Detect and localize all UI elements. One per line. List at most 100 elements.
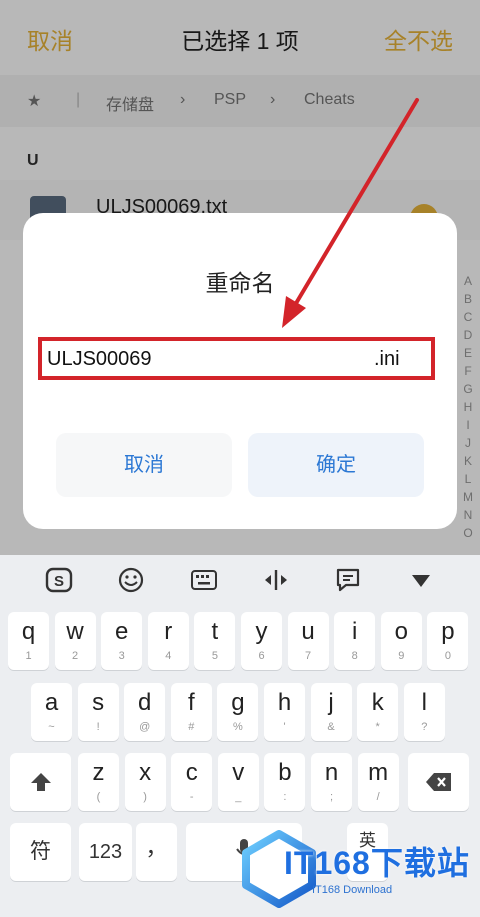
key-secondary-label: - [189,791,194,803]
key-w[interactable]: w2 [54,612,96,670]
key-t[interactable]: t5 [194,612,236,670]
key-label: m [368,759,389,786]
sogou-logo-icon[interactable]: S [44,567,74,593]
symbol-key[interactable]: 符 [10,823,71,881]
key-n[interactable]: n; [311,753,352,811]
key-v[interactable]: v _ [217,753,259,811]
key-secondary-label: 1 [25,650,32,662]
key-secondary-label: ~ [48,721,55,733]
key-label: a [44,689,59,716]
key-label: b [278,759,292,786]
key-x[interactable]: x) [124,753,166,811]
key-secondary-label: : [283,791,287,803]
key-secondary-label: 8 [351,650,358,662]
key-j[interactable]: j & [310,683,352,741]
key-r[interactable]: r4 [147,612,189,670]
key-secondary-label: 5 [211,650,218,662]
dialog-confirm-button[interactable]: 确定 [248,433,424,497]
filename-input-name: ULJS00069 [47,348,152,370]
collapse-icon[interactable] [406,567,436,593]
comma-key-label: ， [145,835,168,860]
key-label: j [328,689,334,716]
key-label: c [185,759,198,786]
key-label: v [232,759,245,786]
shift-key[interactable] [10,753,71,811]
key-label: s [92,689,105,716]
cursor-move-icon[interactable] [261,567,291,593]
key-secondary-label: @ [139,721,151,733]
key-label: l [421,689,427,716]
key-u[interactable]: u7 [287,612,329,670]
rename-dialog: 重命名 ULJS00069 .ini 取消 确定 [23,213,457,529]
key-label: o [394,618,408,645]
filename-input[interactable]: ULJS00069 .ini [38,337,435,380]
number-key[interactable]: 123 [79,823,132,881]
key-secondary-label: & [327,721,335,733]
svg-text:S: S [54,573,64,590]
key-label: y [255,618,268,645]
key-label: x [139,759,152,786]
dialog-cancel-button[interactable]: 取消 [56,433,232,497]
key-secondary-label: 3 [118,650,125,662]
key-label: i [352,618,358,645]
symbol-key-label: 符 [30,840,51,863]
key-secondary-label: ; [329,791,334,803]
key-label: t [211,618,219,645]
key-label: q [21,618,36,645]
dialog-title: 重命名 [205,270,275,296]
watermark: IT168下载站 IT168 Download [240,828,475,914]
key-secondary-label: ) [143,791,147,803]
emoji-icon[interactable] [116,567,146,593]
key-secondary-label: % [233,721,243,733]
key-label: f [187,689,195,716]
key-b[interactable]: b: [264,753,306,811]
key-secondary-label: 9 [398,650,405,662]
key-label: d [138,689,152,716]
key-f[interactable]: f # [170,683,212,741]
shift-icon [30,773,51,791]
key-d[interactable]: d @ [124,683,166,741]
key-g[interactable]: g% [217,683,259,741]
key-y[interactable]: y6 [241,612,282,670]
key-label: e [115,618,129,645]
key-h[interactable]: h ' [264,683,305,741]
key-l[interactable]: l? [403,683,445,741]
key-p[interactable]: p0 [427,612,469,670]
key-secondary-label: 0 [444,650,451,662]
clipboard-icon[interactable] [333,567,363,593]
key-e[interactable]: e3 [101,612,143,670]
key-secondary-label: 4 [165,650,172,662]
comma-key[interactable]: ， [136,823,177,881]
key-label: r [164,618,173,645]
key-k[interactable]: k * [357,683,399,741]
watermark-subtext: IT168 Download [312,884,393,896]
key-label: p [441,618,455,645]
key-a[interactable]: a ~ [31,683,72,741]
backspace-key[interactable] [408,753,469,811]
watermark-brand: IT168下载站 [284,845,470,881]
key-q[interactable]: q1 [8,612,49,670]
key-secondary-label: / [376,791,380,803]
key-c[interactable]: c- [171,753,213,811]
key-label: u [301,618,315,645]
key-label: h [277,689,292,716]
key-secondary-label: ? [421,721,428,733]
key-label: k [371,689,384,716]
key-z[interactable]: z( [78,753,119,811]
filename-input-extension: .ini [374,348,400,370]
key-label: z [92,759,105,786]
key-secondary-label: 2 [72,650,79,662]
keyboard-toolbar: S [0,555,480,607]
key-label: g [231,689,245,716]
key-secondary-label: ! [96,721,100,733]
key-label: n [324,759,339,786]
keyboard-icon[interactable] [189,567,219,593]
backspace-icon [425,773,451,791]
key-secondary-label: # [188,721,195,733]
key-secondary-label: 7 [305,650,312,662]
key-i[interactable]: i8 [334,612,376,670]
key-secondary-label: * [375,721,380,733]
key-o[interactable]: o9 [380,612,422,670]
key-s[interactable]: s! [77,683,119,741]
key-m[interactable]: m / [357,753,399,811]
